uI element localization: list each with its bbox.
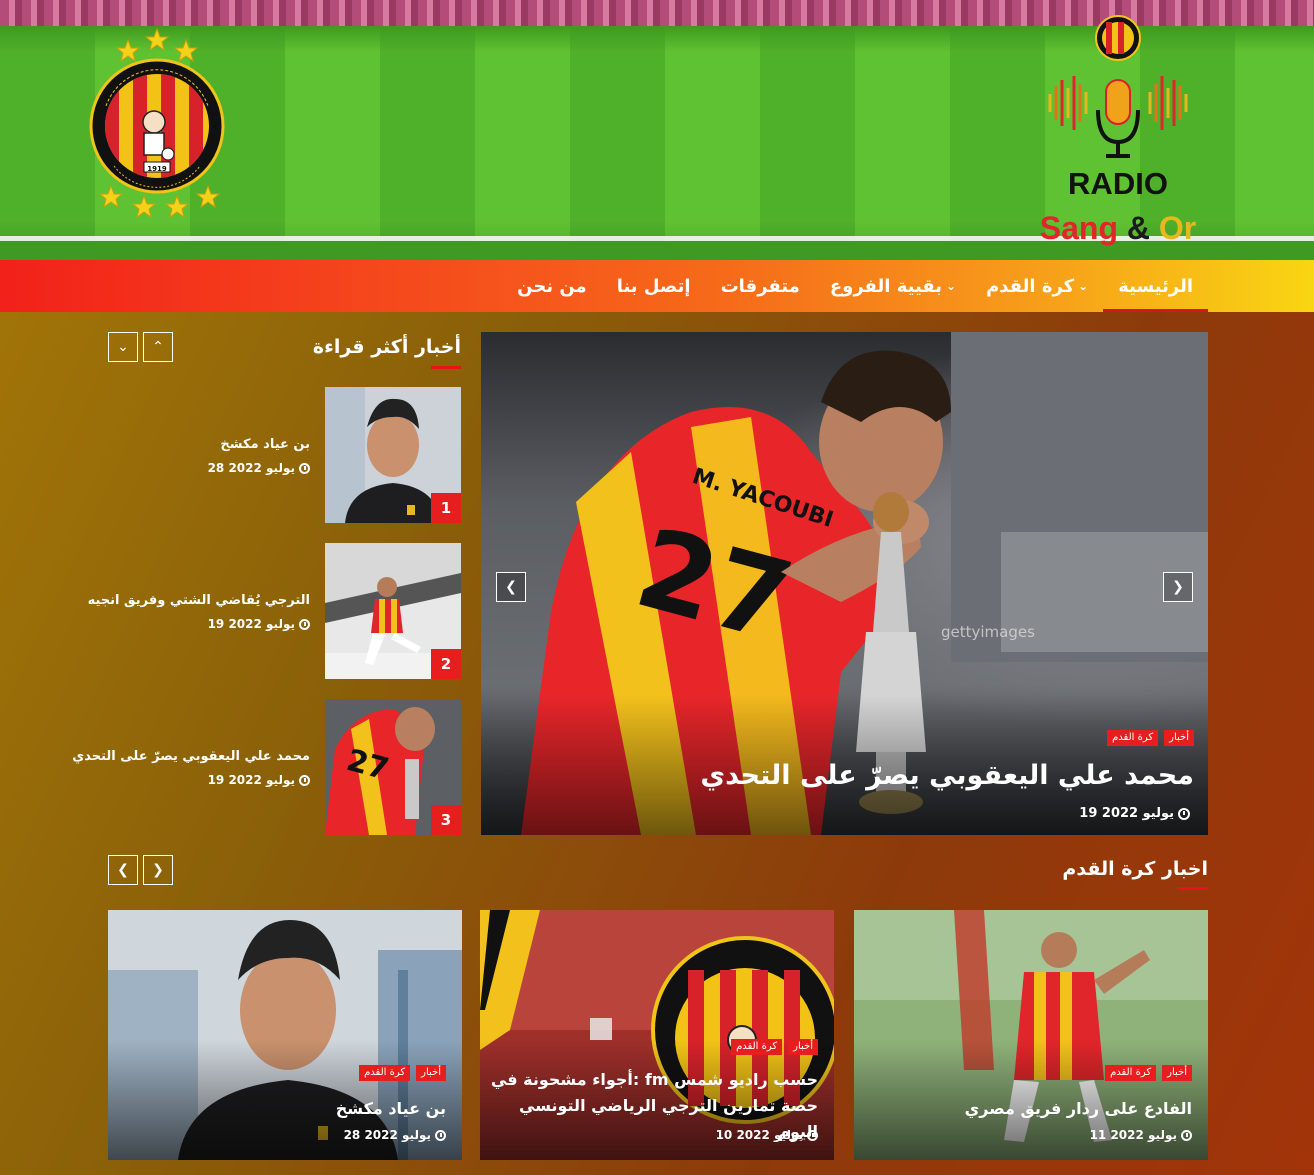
most-read-item[interactable]: 2 الترجي يُقاضي الشتي وفريق انجيه 19 يول…	[88, 543, 461, 679]
main-navigation: الرئيسية كرة القدم ⌄ بقيية الفروع ⌄ متفر…	[0, 260, 1314, 312]
date-text: 19 يوليو 2022	[207, 617, 295, 631]
nav-item-miscellaneous[interactable]: متفرقات	[706, 260, 815, 312]
hero-date-text: 19 يوليو 2022	[1079, 806, 1174, 821]
news-card-date: 28 يوليو 2022	[344, 1128, 446, 1142]
category-badge[interactable]: كرة القدم	[1105, 1065, 1157, 1081]
hero-title[interactable]: محمد علي اليعقوبي يصرّ على التحدي	[700, 760, 1194, 791]
most-read-up-button[interactable]: ⌃	[143, 332, 173, 362]
date-text: 28 يوليو 2022	[207, 461, 295, 475]
nav-item-label: إتصل بنا	[616, 275, 691, 297]
clock-icon	[435, 1129, 446, 1141]
svg-text:gettyimages: gettyimages	[941, 623, 1035, 641]
most-read-item-title[interactable]: محمد علي اليعقوبي يصرّ على التحدي	[72, 749, 310, 764]
news-card-date: 11 يوليو 2022	[1090, 1128, 1192, 1142]
football-news-prev-button[interactable]: ❮	[108, 855, 138, 885]
clock-icon	[1181, 1129, 1192, 1141]
rank-badge: 1	[431, 493, 461, 523]
nav-item-label: الرئيسية	[1118, 275, 1193, 297]
most-read-item[interactable]: 27 3 محمد علي اليعقوبي يصرّ على التحدي 1…	[72, 699, 461, 835]
news-card[interactable]: أخبار كرة القدم الفادع على ردار فريق مصر…	[854, 910, 1208, 1160]
chevron-down-icon: ⌄	[117, 339, 129, 355]
featured-slider[interactable]: M. YACOUBI 27 gettyimages ❮ ❯ أخبار كرة …	[481, 332, 1208, 835]
news-card-title[interactable]: بن عياد مكشخ	[116, 1096, 446, 1122]
most-read-underline	[431, 366, 461, 369]
category-badge[interactable]: أخبار	[788, 1039, 818, 1055]
hero-category-badges: أخبار كرة القدم	[1107, 730, 1194, 746]
most-read-item-date: 19 يوليو 2022	[208, 773, 310, 787]
category-badge[interactable]: كرة القدم	[359, 1065, 411, 1081]
rank-badge: 2	[431, 649, 461, 679]
chevron-left-icon: ❮	[505, 579, 517, 595]
or-text: Or	[1158, 210, 1197, 246]
card-category-badges: أخبار كرة القدم	[359, 1065, 446, 1081]
date-text: 19 يوليو 2022	[207, 773, 295, 787]
category-badge[interactable]: أخبار	[1164, 730, 1194, 746]
nav-item-contact[interactable]: إتصل بنا	[602, 260, 706, 312]
radio-sang-or-logo[interactable]: RADIO Sang & Or	[1026, 14, 1210, 250]
date-text: 11 يوليو 2022	[1089, 1128, 1177, 1142]
news-card-date: 10 يوليو 2022	[716, 1128, 818, 1142]
category-badge[interactable]: كرة القدم	[731, 1039, 783, 1055]
card-category-badges: أخبار كرة القدم	[731, 1039, 818, 1055]
most-read-down-button[interactable]: ⌄	[108, 332, 138, 362]
hero-date: 19 يوليو 2022	[1079, 806, 1190, 821]
nav-item-label: من نحن	[517, 275, 587, 297]
clock-icon	[1178, 807, 1190, 820]
nav-item-football[interactable]: كرة القدم ⌄	[971, 260, 1103, 312]
date-text: 28 يوليو 2022	[343, 1128, 431, 1142]
card-category-badges: أخبار كرة القدم	[1105, 1065, 1192, 1081]
chevron-left-icon: ❮	[117, 862, 129, 878]
site-header: 1919 RADIO Sang & Or	[0, 0, 1314, 260]
most-read-item-title[interactable]: الترجي يُقاضي الشتي وفريق انجيه	[88, 593, 310, 608]
football-news-title: اخبار كرة القدم	[1062, 858, 1208, 880]
nav-item-label: متفرقات	[720, 275, 800, 297]
nav-item-other-branches[interactable]: بقيية الفروع ⌄	[815, 260, 971, 312]
chevron-down-icon: ⌄	[1078, 279, 1089, 293]
radio-wordmark: RADIO	[1068, 166, 1168, 201]
rank-badge: 3	[431, 805, 461, 835]
nav-item-home[interactable]: الرئيسية	[1103, 260, 1208, 312]
chevron-right-icon: ❯	[152, 862, 164, 878]
clock-icon	[299, 618, 310, 630]
category-badge[interactable]: كرة القدم	[1107, 730, 1159, 746]
svg-text:1919: 1919	[147, 165, 167, 173]
football-news-underline	[1178, 887, 1208, 890]
most-read-item-date: 28 يوليو 2022	[208, 461, 310, 475]
nav-list: الرئيسية كرة القدم ⌄ بقيية الفروع ⌄ متفر…	[502, 260, 1208, 312]
chevron-down-icon: ⌄	[946, 279, 957, 293]
most-read-title: أخبار أكثر قراءة	[312, 336, 461, 358]
clock-icon	[299, 774, 310, 786]
date-text: 10 يوليو 2022	[715, 1128, 803, 1142]
ampersand-text: &	[1126, 210, 1150, 246]
category-badge[interactable]: أخبار	[1162, 1065, 1192, 1081]
club-crest-logo[interactable]: 1919	[84, 26, 230, 218]
clock-icon	[299, 462, 310, 474]
sang-or-wordmark: Sang & Or	[1026, 210, 1210, 247]
slider-next-button[interactable]: ❯	[1163, 572, 1193, 602]
news-card-title[interactable]: الفادع على ردار فريق مصري	[862, 1096, 1192, 1122]
category-badge[interactable]: أخبار	[416, 1065, 446, 1081]
chevron-up-icon: ⌃	[152, 339, 164, 355]
microphone-icon	[1048, 15, 1188, 158]
sang-text: Sang	[1039, 210, 1118, 246]
most-read-item-title[interactable]: بن عياد مكشخ	[220, 437, 310, 452]
news-card[interactable]: أخبار كرة القدم حسب راديو شمس fm :أجواء …	[480, 910, 834, 1160]
slider-prev-button[interactable]: ❮	[496, 572, 526, 602]
football-news-next-button[interactable]: ❯	[143, 855, 173, 885]
most-read-item[interactable]: 1 بن عياد مكشخ 28 يوليو 2022	[108, 387, 461, 523]
nav-item-label: كرة القدم	[986, 275, 1075, 297]
nav-item-about[interactable]: من نحن	[502, 260, 602, 312]
news-card[interactable]: أخبار كرة القدم بن عياد مكشخ 28 يوليو 20…	[108, 910, 462, 1160]
nav-item-label: بقيية الفروع	[829, 275, 943, 297]
chevron-right-icon: ❯	[1172, 579, 1184, 595]
clock-icon	[807, 1129, 818, 1141]
most-read-item-date: 19 يوليو 2022	[208, 617, 310, 631]
